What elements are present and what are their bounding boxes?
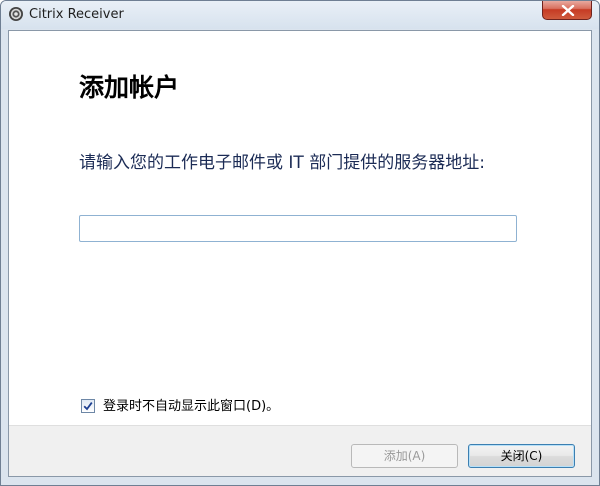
instruction-text: 请输入您的工作电子邮件或 IT 部门提供的服务器地址: [79,153,485,173]
citrix-receiver-icon [8,6,24,22]
checkbox-label: 登录时不自动显示此窗口(D)。 [103,399,280,414]
citrix-receiver-window: Citrix Receiver 添加帐户 请输入您的工作电子邮件或 IT 部门提… [0,0,600,486]
page-title: 添加帐户 [79,73,180,102]
dont-show-window-checkbox[interactable] [81,399,95,413]
title-bar[interactable]: Citrix Receiver [1,1,599,29]
server-address-input[interactable] [79,215,517,242]
checkmark-icon [83,402,93,411]
window-title: Citrix Receiver [29,7,124,22]
close-x-icon [561,5,575,16]
close-button[interactable]: 关闭(C) [468,444,575,468]
add-button[interactable]: 添加(A) [351,444,458,468]
dialog-content: 添加帐户 请输入您的工作电子邮件或 IT 部门提供的服务器地址: 登录时不自动显… [9,31,591,425]
dialog-client-area: 添加帐户 请输入您的工作电子邮件或 IT 部门提供的服务器地址: 登录时不自动显… [8,30,592,477]
window-close-button[interactable] [542,1,592,20]
dialog-footer: 添加(A) 关闭(C) [9,425,591,476]
